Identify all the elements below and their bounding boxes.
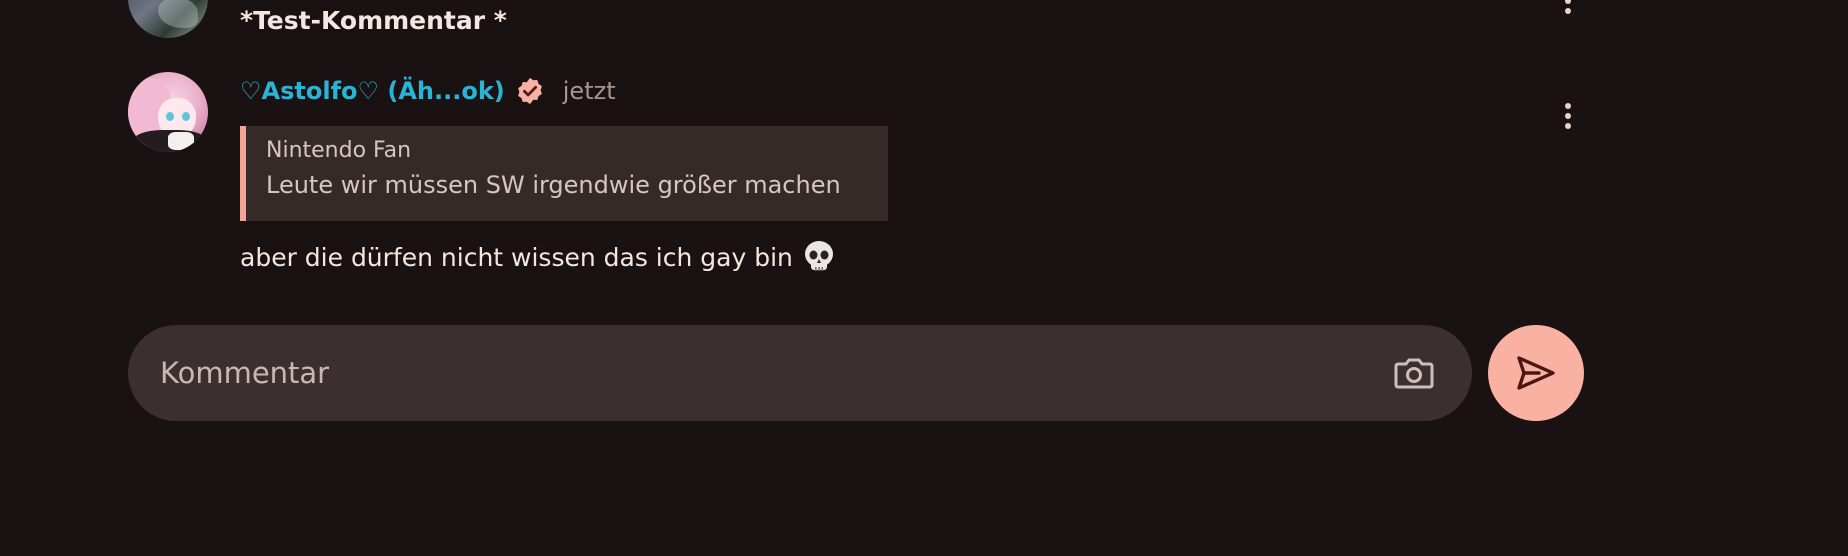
previous-comment-text: *Test-Kommentar * — [240, 6, 507, 35]
avatar-image-detail — [168, 132, 194, 150]
comments-section: *Test-Kommentar * ♡Astolfo♡ (Äh...ok) je… — [0, 0, 1848, 556]
quote-author: Nintendo Fan — [266, 138, 412, 163]
reply-quote[interactable]: Nintendo Fan Leute wir müssen SW irgendw… — [240, 126, 888, 221]
comment-composer — [128, 325, 1472, 421]
skull-icon — [803, 240, 835, 274]
comment-timestamp: jetzt — [562, 77, 616, 105]
camera-icon[interactable] — [1392, 351, 1436, 395]
avatar-image-detail — [166, 112, 174, 121]
comment-message-text: aber die dürfen nicht wissen das ich gay… — [240, 242, 793, 272]
comment-username[interactable]: ♡Astolfo♡ (Äh...ok) — [240, 77, 505, 105]
avatar-image-detail — [182, 112, 190, 121]
comment-message: aber die dürfen nicht wissen das ich gay… — [240, 240, 835, 274]
send-icon — [1517, 356, 1555, 390]
comment-avatar[interactable] — [128, 72, 208, 152]
previous-comment-avatar[interactable] — [128, 0, 208, 38]
comment-input[interactable] — [160, 325, 1340, 421]
send-button[interactable] — [1488, 325, 1584, 421]
verified-badge-icon — [515, 76, 545, 106]
quote-text: Leute wir müssen SW irgendwie größer mac… — [266, 171, 841, 199]
comment-more-options-icon[interactable] — [1558, 101, 1578, 131]
comment-header: ♡Astolfo♡ (Äh...ok) jetzt — [240, 74, 616, 108]
previous-comment-more-options-icon[interactable] — [1558, 0, 1578, 16]
avatar-image-detail — [158, 0, 198, 28]
